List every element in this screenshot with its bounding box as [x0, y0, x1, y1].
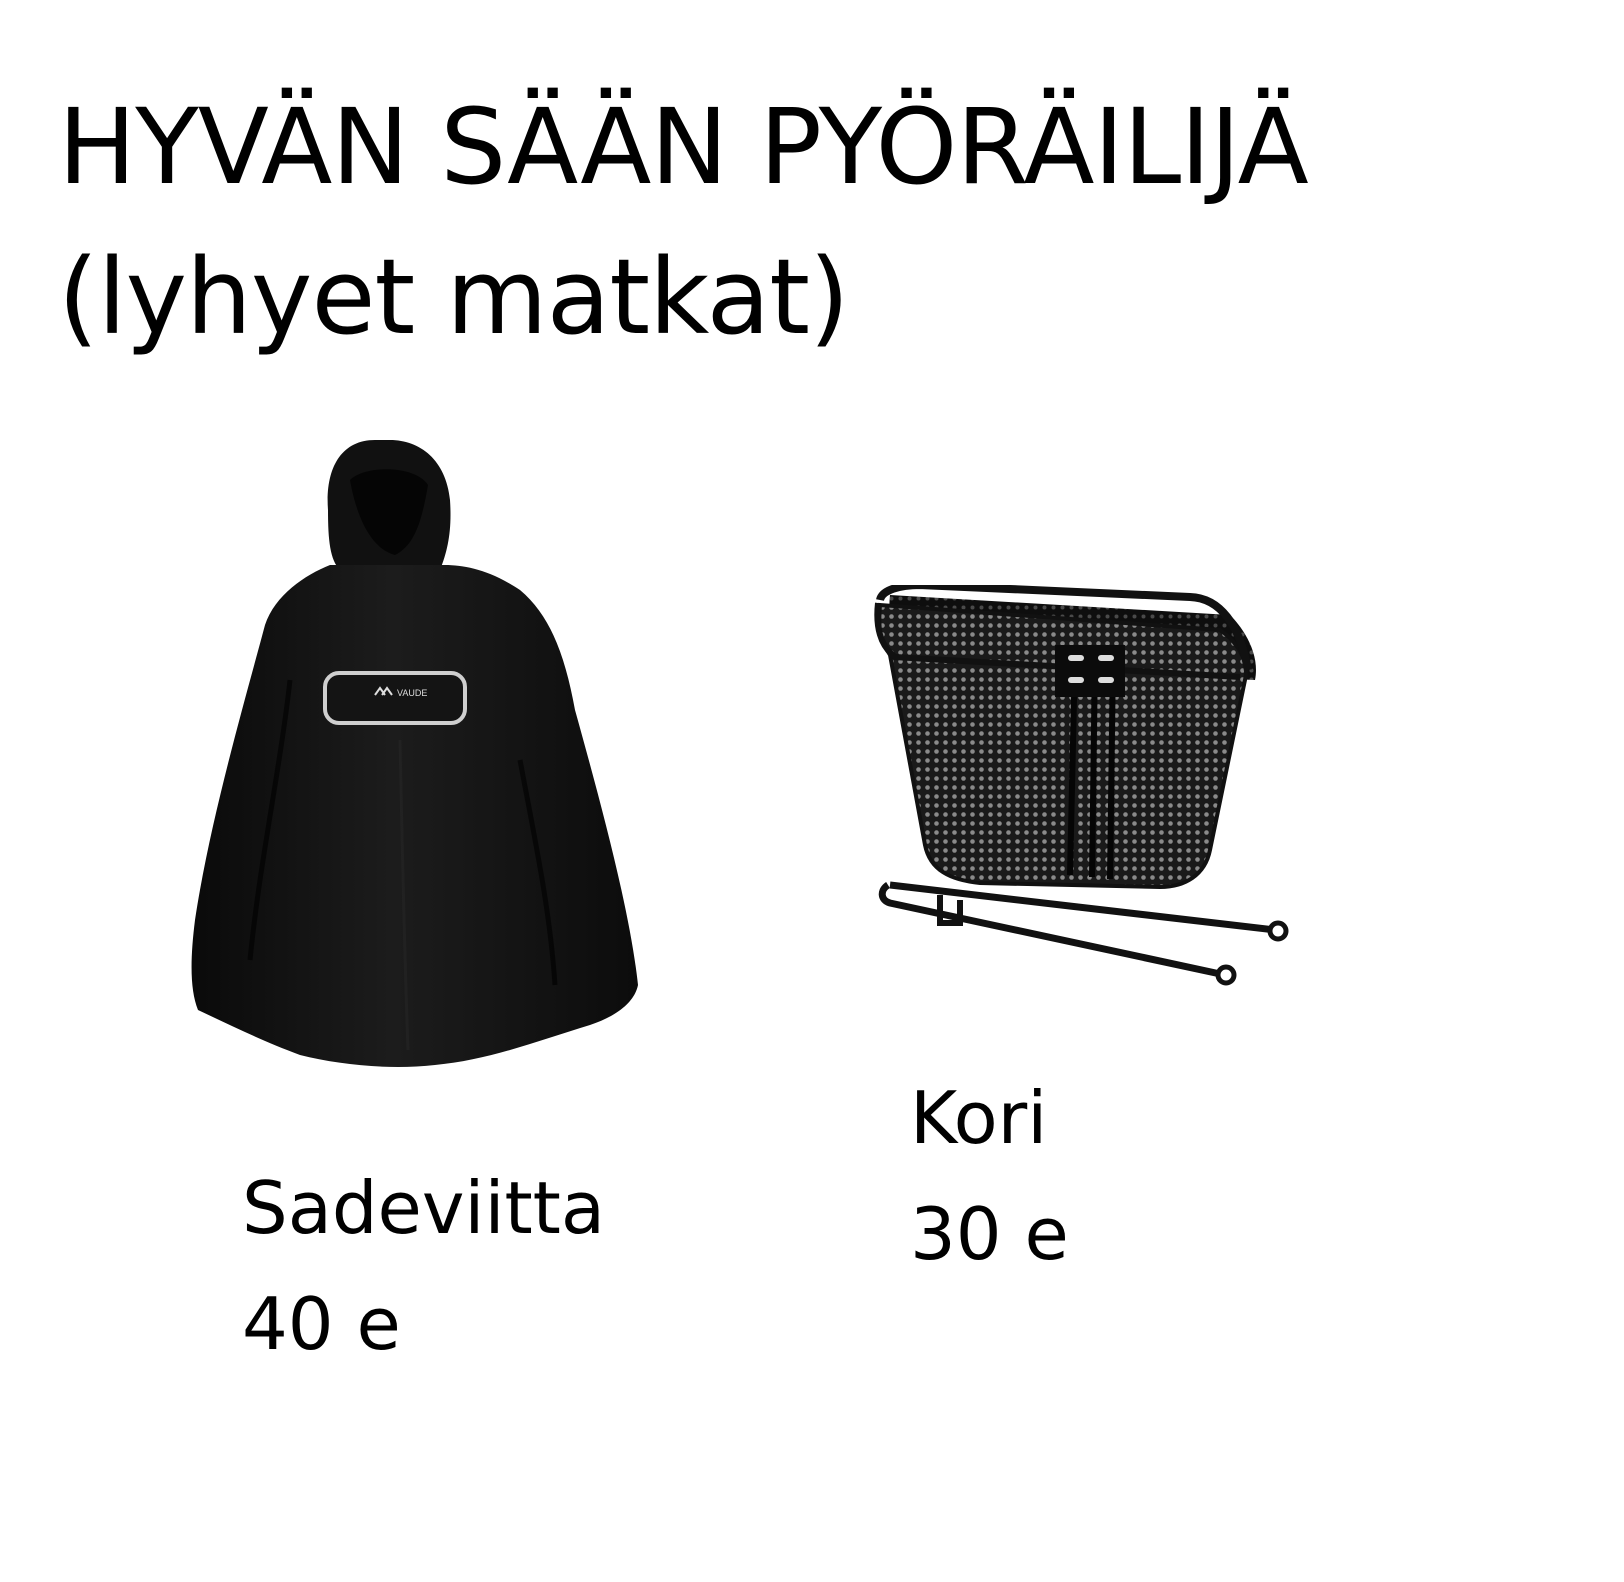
product-caption-poncho: Sadeviitta 40 e: [242, 1150, 605, 1382]
product-name: Kori: [910, 1076, 1048, 1160]
product-price: 40 e: [242, 1282, 401, 1366]
bicycle-basket-icon: [874, 585, 1289, 986]
product-name: Sadeviitta: [242, 1166, 606, 1250]
slide: HYVÄN SÄÄN PYÖRÄILIJÄ (lyhyet matkat) VA…: [0, 0, 1624, 1582]
svg-text:VAUDE: VAUDE: [397, 688, 427, 698]
product-caption-basket: Kori 30 e: [910, 1060, 1069, 1292]
product-price: 30 e: [910, 1192, 1069, 1276]
page-title: HYVÄN SÄÄN PYÖRÄILIJÄ (lyhyet matkat): [58, 72, 1309, 372]
title-line-1: HYVÄN SÄÄN PYÖRÄILIJÄ: [58, 86, 1309, 208]
title-line-2: (lyhyet matkat): [58, 236, 850, 358]
rain-poncho-icon: VAUDE: [191, 440, 638, 1067]
